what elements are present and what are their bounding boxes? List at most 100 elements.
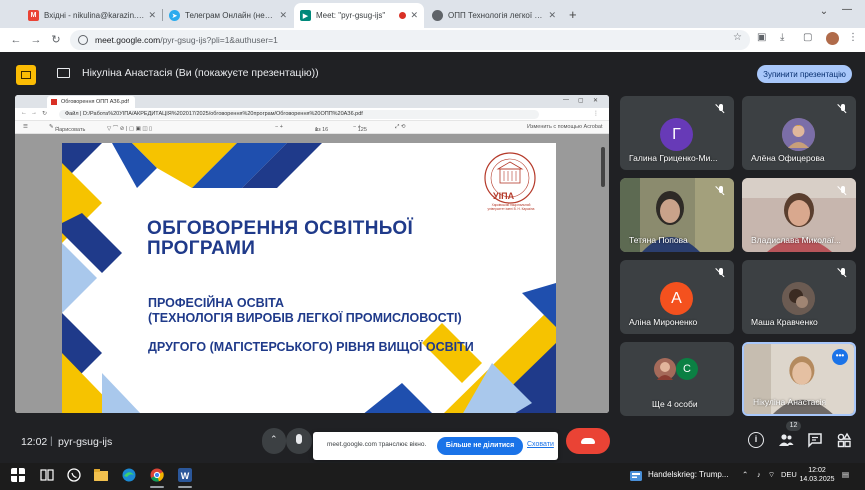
pdf-minimize-icon: —	[563, 97, 569, 103]
keyboard-language[interactable]: DEU	[781, 470, 797, 479]
people-icon[interactable]	[778, 432, 794, 448]
participant-avatar	[782, 282, 815, 315]
university-logo: УІПА Харківський національний університе…	[479, 151, 541, 221]
slide-subtitle-3: ДРУГОГО (МАГІСТЕРСЬКОГО) РІВНЯ ВИЩОЇ ОСВ…	[148, 340, 474, 354]
participant-tile[interactable]: А Аліна Мироненко	[620, 260, 734, 334]
news-widget[interactable]: Handelskrieg: Trump...	[648, 470, 728, 479]
tray-overflow-icon[interactable]: ⌃	[742, 470, 748, 479]
close-tab-icon[interactable]: ✕	[548, 10, 556, 21]
pdf-list-icon: ☰	[23, 124, 28, 130]
participant-avatar	[782, 118, 815, 151]
forward-icon[interactable]: →	[28, 32, 44, 48]
pdf-fit-icons: ⤢ ⟲	[395, 124, 406, 130]
pdf-draw-tool: ✎ Нарисовать ⌄	[49, 124, 86, 133]
notification-icon[interactable]: ▤	[842, 470, 849, 479]
participant-tile[interactable]: Алёна Офицерова	[742, 96, 856, 170]
sharing-notification: meet.google.com транслює вікно. Більше н…	[313, 432, 558, 460]
globe-icon	[432, 10, 443, 21]
pdf-tab: Обговорення ОПП АЗ6.pdf	[47, 96, 135, 108]
whatsapp-icon[interactable]	[67, 468, 81, 482]
pdf-scrollbar	[601, 147, 605, 187]
back-icon[interactable]: ←	[8, 32, 24, 48]
pdf-reload-icon: ↻	[42, 111, 48, 117]
bookmark-star-icon[interactable]: ☆	[733, 32, 742, 43]
meeting-code: pyr-gsug-ijs	[58, 436, 113, 448]
self-tile[interactable]: ••• Нікуліна Анастасія	[742, 342, 856, 416]
word-icon[interactable]: W	[178, 468, 192, 482]
network-icon[interactable]: ⌔	[768, 470, 775, 480]
edge-icon[interactable]	[122, 468, 136, 482]
more-options-icon[interactable]: •••	[832, 349, 848, 365]
muted-mic-icon	[716, 104, 726, 115]
slide-subtitle-1: ПРОФЕСІЙНА ОСВІТА	[148, 296, 285, 310]
pdf-tool-icons: ▽ ⌒ ⊘ | ▢ ▣ ◫ ▯	[107, 126, 153, 132]
tab-search-icon[interactable]: ⌄	[816, 6, 832, 22]
reload-icon[interactable]: ↻	[48, 32, 64, 48]
participant-avatar: Г	[660, 118, 693, 151]
close-tab-icon[interactable]: ✕	[148, 10, 156, 21]
more-participants-tile[interactable]: С Ще 4 особи	[620, 342, 734, 416]
presenting-label: Нікуліна Анастасія (Ви (покажуєте презен…	[82, 67, 319, 79]
pdf-zoom-level: − 125 +	[353, 124, 367, 133]
tab-telegram[interactable]: ➤ Телеграм Онлайн (неофіційні ✕	[163, 3, 293, 28]
stop-sharing-button[interactable]: Більше не ділитися	[437, 437, 523, 455]
leave-call-button[interactable]	[566, 428, 610, 454]
hide-notification-link[interactable]: Сховати	[527, 441, 554, 448]
participant-tile[interactable]: Маша Кравченко	[742, 260, 856, 334]
screen-share-icon[interactable]: ▣	[757, 32, 766, 43]
presentation-slide: УІПА Харківський національний університе…	[62, 143, 556, 413]
participant-mini-avatar	[654, 358, 676, 380]
meeting-clock: 12:02	[21, 436, 48, 448]
slide-title: ОБГОВОРЕННЯ ОСВІТНЬОЇ ПРОГРАМИ	[147, 218, 414, 259]
participant-avatar: А	[660, 282, 693, 315]
browser-tab-strip: M Вхідні - nikulina@karazin.ua - ✕ ➤ Тел…	[0, 0, 865, 28]
extensions-icon[interactable]: ▢	[803, 32, 812, 43]
news-widget-icon[interactable]	[630, 470, 642, 482]
speaker-icon[interactable]: ♪	[757, 470, 761, 479]
svg-text:W: W	[181, 471, 190, 481]
participant-tile[interactable]: Тетяна Попова	[620, 178, 734, 252]
pdf-tab-strip: Обговорення ОПП АЗ6.pdf — ▢ ✕	[15, 95, 609, 108]
participant-mini-avatar: С	[676, 358, 698, 380]
task-view-icon[interactable]	[40, 468, 54, 482]
windows-start-icon[interactable]	[11, 468, 25, 482]
activities-icon[interactable]	[836, 432, 852, 448]
gmail-icon: M	[28, 10, 39, 21]
pdf-menu-icon: ⋮	[593, 111, 599, 117]
address-bar[interactable]: meet.google.com/pyr-gsug-ijs?pli=1&authu…	[70, 30, 750, 50]
window-controls[interactable]: —	[842, 4, 852, 15]
tab-gmail[interactable]: M Вхідні - nikulina@karazin.ua - ✕	[22, 3, 162, 28]
pdf-maximize-icon: ▢	[578, 98, 584, 104]
profile-avatar[interactable]	[826, 32, 839, 45]
pdf-address-bar: Файл | D:/Работа%20УІПА/АКРЕДИТАЦІЯ%2020…	[59, 110, 539, 119]
audio-options-button[interactable]: ⌃	[262, 428, 286, 454]
close-tab-icon[interactable]: ✕	[410, 10, 418, 21]
chat-icon[interactable]	[807, 432, 823, 448]
participant-count-badge: 12	[786, 421, 801, 431]
chrome-icon[interactable]	[150, 468, 164, 482]
pdf-forward-icon: →	[31, 110, 37, 116]
stop-presenting-button[interactable]: Зупинити презентацію	[757, 65, 852, 83]
file-explorer-icon[interactable]	[94, 468, 108, 482]
pdf-back-icon: ←	[21, 110, 27, 116]
downloads-icon[interactable]: ⤓	[780, 32, 784, 43]
muted-mic-icon	[716, 186, 726, 197]
site-info-icon[interactable]	[78, 35, 88, 45]
active-app-indicator	[150, 486, 164, 488]
participant-tile[interactable]: Владиславa Миколаї...	[742, 178, 856, 252]
taskbar-clock[interactable]: 12:02 14.03.2025	[799, 466, 835, 484]
pdf-toolbar: ☰ ✎ Нарисовать ⌄ ▽ ⌒ ⊘ | ▢ ▣ ◫ ▯ − + 1 и…	[15, 121, 609, 134]
tab-opp[interactable]: ОПП Технологія легкої проми ✕	[426, 3, 562, 28]
menu-icon[interactable]: ⋮	[848, 32, 858, 43]
microphone-icon	[296, 434, 302, 444]
close-tab-icon[interactable]: ✕	[279, 10, 287, 21]
presenting-banner: Нікуліна Анастасія (Ви (покажуєте презен…	[0, 56, 865, 90]
meeting-info-icon[interactable]: i	[748, 432, 764, 448]
muted-mic-icon	[716, 268, 726, 279]
tab-meet[interactable]: ▶ Meet: "pyr-gsug-ijs" ✕	[294, 3, 424, 28]
pdf-edit-acrobat: Изменить с помощью Acrobat	[527, 124, 603, 130]
muted-mic-icon	[838, 186, 848, 197]
new-tab-button[interactable]: +	[569, 7, 577, 22]
pdf-close-icon: ✕	[593, 98, 599, 104]
participant-tile[interactable]: Г Галина Гриценко-Ми...	[620, 96, 734, 170]
